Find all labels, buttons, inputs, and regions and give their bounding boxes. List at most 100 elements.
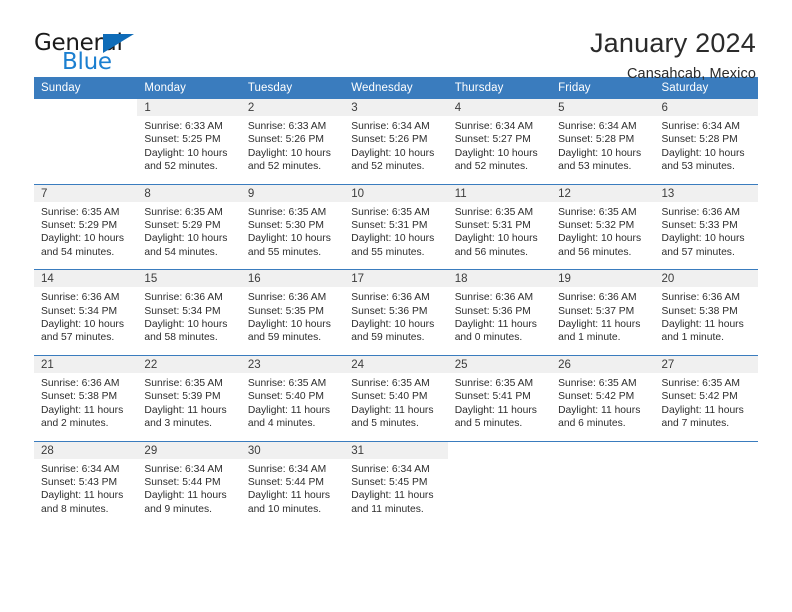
- day-sun-info: Sunrise: 6:36 AM Sunset: 5:33 PM Daylight:…: [655, 202, 758, 270]
- day-number: 8: [137, 184, 241, 202]
- sunset-text: Sunset: 5:32 PM: [558, 220, 635, 232]
- sunrise-text: Sunrise: 6:34 AM: [247, 463, 327, 475]
- calendar-day-cell[interactable]: 3 Sunrise: 6:34 AM Sunset: 5:26 PM Daylight…: [344, 99, 448, 185]
- daylight-text: Daylight: 11 hours and 8 minutes.: [41, 490, 124, 515]
- day-number: 28: [34, 441, 138, 459]
- title-block: January 2024 Cansahcab, Mexico: [590, 28, 758, 82]
- calendar-day-cell[interactable]: 30 Sunrise: 6:34 AM Sunset: 5:44 PM Dayligh…: [240, 440, 345, 527]
- daylight-text: Daylight: 11 hours and 7 minutes.: [661, 404, 744, 430]
- day-number: 15: [137, 270, 241, 288]
- daylight-text: Daylight: 11 hours and 11 minutes.: [351, 490, 434, 515]
- sunset-text: Sunset: 5:44 PM: [144, 476, 221, 488]
- daylight-text: Daylight: 10 hours and 57 minutes.: [661, 233, 745, 258]
- calendar-day-cell[interactable]: 5 Sunrise: 6:34 AM Sunset: 5:28 PM Daylight…: [551, 99, 655, 185]
- sunrise-text: Sunrise: 6:35 AM: [661, 377, 740, 389]
- calendar-day-cell[interactable]: 2 Sunrise: 6:33 AM Sunset: 5:26 PM Daylight…: [240, 99, 345, 185]
- sunrise-text: Sunrise: 6:34 AM: [144, 463, 223, 475]
- daylight-text: Daylight: 11 hours and 0 minutes.: [454, 319, 537, 344]
- calendar-day-cell[interactable]: 8 Sunrise: 6:35 AM Sunset: 5:29 PM Daylight…: [137, 183, 241, 270]
- calendar-day-cell[interactable]: 21 Sunrise: 6:36 AM Sunset: 5:38 PM Dayligh…: [34, 354, 138, 441]
- calendar-day-cell[interactable]: 17 Sunrise: 6:36 AM Sunset: 5:36 PM Dayligh…: [344, 269, 448, 356]
- day-number: 20: [654, 270, 758, 288]
- daylight-text: Daylight: 10 hours and 55 minutes.: [247, 233, 331, 258]
- calendar-day-cell-empty: [34, 99, 138, 185]
- day-number: 31: [344, 441, 448, 459]
- day-number: 22: [137, 355, 241, 373]
- sunset-text: Sunset: 5:34 PM: [144, 305, 221, 317]
- page-title: January 2024: [589, 28, 756, 58]
- calendar-day-cell[interactable]: 9 Sunrise: 6:35 AM Sunset: 5:30 PM Daylight…: [240, 183, 345, 270]
- calendar-day-cell[interactable]: 15 Sunrise: 6:36 AM Sunset: 5:34 PM Dayligh…: [137, 269, 241, 356]
- calendar-day-cell[interactable]: 16 Sunrise: 6:36 AM Sunset: 5:35 PM Dayligh…: [240, 269, 345, 356]
- day-number: 25: [447, 355, 552, 373]
- generalblue-logo[interactable]: General Blue: [34, 28, 154, 76]
- sunset-text: Sunset: 5:29 PM: [41, 220, 118, 232]
- day-sun-info: Sunrise: 6:34 AM Sunset: 5:45 PM Daylight:…: [344, 459, 447, 527]
- day-number: 7: [34, 184, 138, 202]
- sunset-text: Sunset: 5:44 PM: [247, 476, 324, 488]
- calendar-day-cell[interactable]: 12 Sunrise: 6:35 AM Sunset: 5:32 PM Dayligh…: [551, 183, 655, 270]
- sunset-text: Sunset: 5:42 PM: [661, 391, 738, 403]
- calendar-day-cell[interactable]: 31 Sunrise: 6:34 AM Sunset: 5:45 PM Dayligh…: [344, 440, 448, 527]
- calendar-day-cell[interactable]: 1 Sunrise: 6:33 AM Sunset: 5:25 PM Daylight…: [137, 99, 241, 185]
- day-number: 1: [137, 99, 241, 116]
- calendar-day-cell[interactable]: 7 Sunrise: 6:35 AM Sunset: 5:29 PM Daylight…: [34, 183, 138, 270]
- day-number: 21: [34, 355, 138, 373]
- day-number: 6: [654, 99, 758, 116]
- daylight-text: Daylight: 10 hours and 57 minutes.: [41, 319, 124, 344]
- day-sun-info: Sunrise: 6:35 AM Sunset: 5:42 PM Daylight:…: [551, 373, 654, 441]
- calendar-day-cell[interactable]: 29 Sunrise: 6:34 AM Sunset: 5:44 PM Dayligh…: [137, 440, 241, 527]
- daylight-text: Daylight: 10 hours and 54 minutes.: [41, 233, 124, 258]
- calendar-day-cell[interactable]: 13 Sunrise: 6:36 AM Sunset: 5:33 PM Dayligh…: [654, 183, 758, 270]
- daylight-text: Daylight: 11 hours and 10 minutes.: [247, 490, 331, 515]
- calendar-day-cell[interactable]: 14 Sunrise: 6:36 AM Sunset: 5:34 PM Dayligh…: [34, 269, 138, 356]
- daylight-text: Daylight: 10 hours and 52 minutes.: [454, 147, 538, 173]
- daylight-text: Daylight: 11 hours and 4 minutes.: [247, 404, 331, 430]
- sunset-text: Sunset: 5:29 PM: [144, 220, 221, 232]
- daylight-text: Daylight: 10 hours and 56 minutes.: [558, 233, 642, 258]
- day-number: [34, 99, 138, 116]
- day-sun-info: Sunrise: 6:35 AM Sunset: 5:31 PM Daylight:…: [344, 202, 447, 270]
- sunrise-text: Sunrise: 6:36 AM: [144, 292, 223, 304]
- day-sun-info: Sunrise: 6:36 AM Sunset: 5:36 PM Daylight:…: [344, 287, 447, 355]
- sunrise-text: Sunrise: 6:36 AM: [41, 292, 120, 304]
- day-sun-info: Sunrise: 6:35 AM Sunset: 5:31 PM Daylight:…: [448, 202, 551, 270]
- calendar-day-cell[interactable]: 6 Sunrise: 6:34 AM Sunset: 5:28 PM Daylight…: [654, 99, 758, 185]
- sunrise-text: Sunrise: 6:36 AM: [351, 292, 430, 304]
- sunset-text: Sunset: 5:30 PM: [247, 220, 324, 232]
- calendar-day-cell[interactable]: 28 Sunrise: 6:34 AM Sunset: 5:43 PM Dayligh…: [34, 440, 138, 527]
- calendar-day-cell[interactable]: 27 Sunrise: 6:35 AM Sunset: 5:42 PM Dayligh…: [654, 354, 758, 441]
- calendar-week-row: 21 Sunrise: 6:36 AM Sunset: 5:38 PM Dayligh…: [34, 354, 758, 441]
- day-number: 5: [551, 99, 655, 116]
- day-sun-info: Sunrise: 6:35 AM Sunset: 5:41 PM Daylight:…: [448, 373, 551, 441]
- day-number: 3: [344, 99, 448, 116]
- sunrise-text: Sunrise: 6:34 AM: [661, 121, 740, 132]
- page-header: General Blue January 2024 Cansahcab, Mex…: [34, 0, 758, 82]
- calendar-day-cell[interactable]: 22 Sunrise: 6:35 AM Sunset: 5:39 PM Dayligh…: [137, 354, 241, 441]
- day-number: 16: [240, 270, 345, 288]
- calendar-day-cell[interactable]: 24 Sunrise: 6:35 AM Sunset: 5:40 PM Dayligh…: [344, 354, 448, 441]
- weekday-header-wednesday: Wednesday: [344, 77, 448, 99]
- calendar-day-cell[interactable]: 23 Sunrise: 6:35 AM Sunset: 5:40 PM Dayligh…: [240, 354, 345, 441]
- sunset-text: Sunset: 5:33 PM: [661, 220, 738, 232]
- day-sun-info: Sunrise: 6:36 AM Sunset: 5:34 PM Daylight:…: [137, 287, 240, 355]
- calendar-day-cell[interactable]: 4 Sunrise: 6:34 AM Sunset: 5:27 PM Daylight…: [447, 99, 552, 185]
- day-sun-info: Sunrise: 6:36 AM Sunset: 5:37 PM Daylight:…: [551, 287, 654, 355]
- day-sun-info: Sunrise: 6:35 AM Sunset: 5:29 PM Daylight:…: [34, 202, 137, 270]
- sunrise-text: Sunrise: 6:35 AM: [351, 206, 430, 218]
- calendar-week-row: 28 Sunrise: 6:34 AM Sunset: 5:43 PM Dayligh…: [34, 440, 758, 527]
- calendar-day-cell[interactable]: 25 Sunrise: 6:35 AM Sunset: 5:41 PM Dayligh…: [447, 354, 552, 441]
- calendar-day-cell[interactable]: 18 Sunrise: 6:36 AM Sunset: 5:36 PM Dayligh…: [447, 269, 552, 356]
- sunrise-text: Sunrise: 6:35 AM: [247, 377, 327, 389]
- calendar-day-cell[interactable]: 19 Sunrise: 6:36 AM Sunset: 5:37 PM Dayligh…: [551, 269, 655, 356]
- day-number: 9: [240, 184, 345, 202]
- calendar-day-cell[interactable]: 20 Sunrise: 6:36 AM Sunset: 5:38 PM Dayligh…: [654, 269, 758, 356]
- daylight-text: Daylight: 10 hours and 52 minutes.: [144, 147, 228, 173]
- calendar-day-cell[interactable]: 26 Sunrise: 6:35 AM Sunset: 5:42 PM Dayligh…: [551, 354, 655, 441]
- daylight-text: Daylight: 11 hours and 2 minutes.: [41, 404, 124, 430]
- sunrise-text: Sunrise: 6:35 AM: [41, 206, 120, 218]
- calendar-day-cell[interactable]: 10 Sunrise: 6:35 AM Sunset: 5:31 PM Dayligh…: [344, 183, 448, 270]
- calendar-day-cell[interactable]: 11 Sunrise: 6:35 AM Sunset: 5:31 PM Dayligh…: [447, 183, 552, 270]
- day-number: 24: [344, 355, 448, 373]
- day-sun-info: Sunrise: 6:33 AM Sunset: 5:25 PM Daylight:…: [137, 116, 240, 184]
